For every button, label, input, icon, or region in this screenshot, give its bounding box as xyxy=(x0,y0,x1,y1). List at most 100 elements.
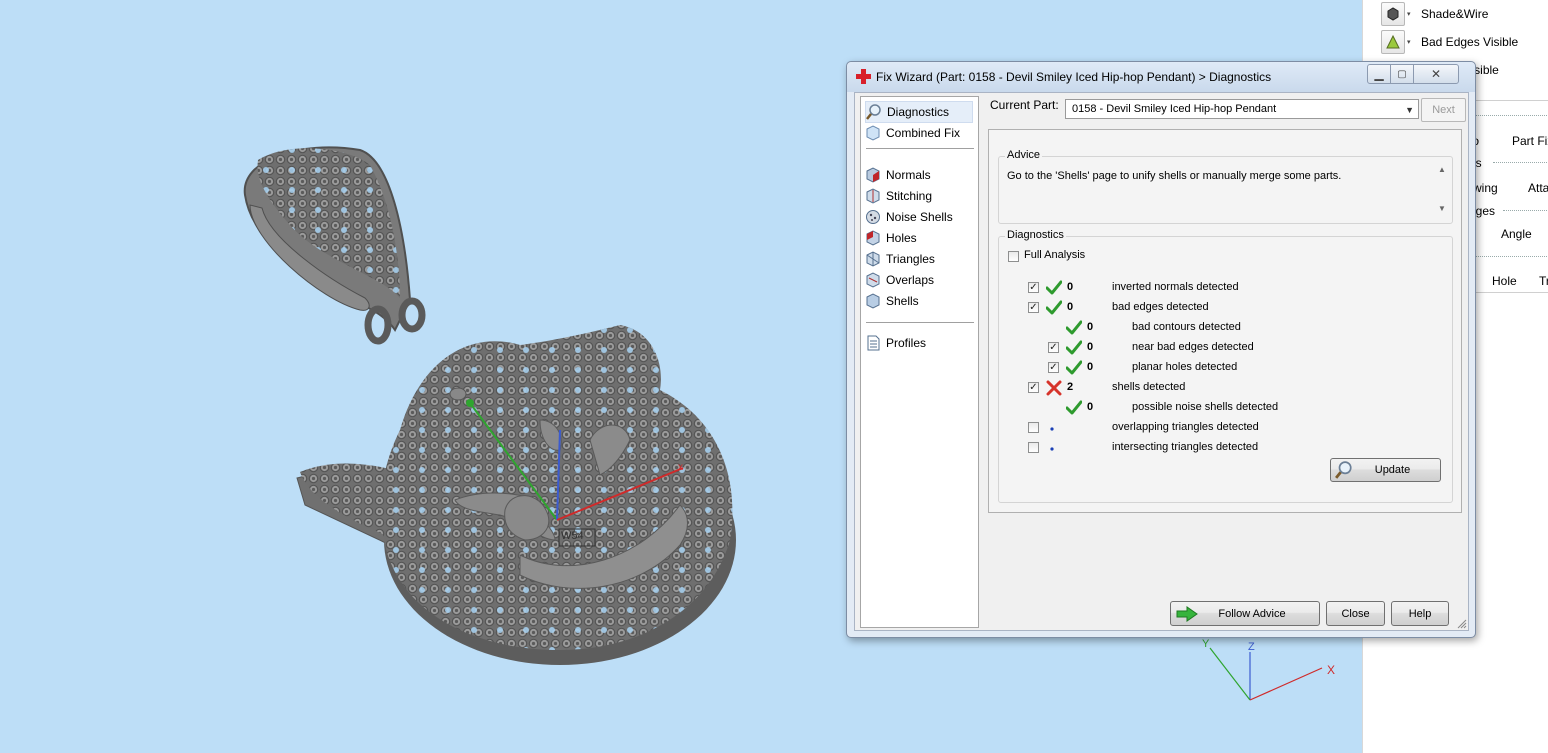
nav-item-combined-fix[interactable]: Combined Fix xyxy=(865,123,960,143)
nav-item-overlaps[interactable]: Overlaps xyxy=(865,270,934,290)
part-fix-tab[interactable]: Part Fix xyxy=(1512,134,1548,148)
help-button[interactable]: Help xyxy=(1391,601,1449,626)
magnifier-icon xyxy=(1335,461,1352,479)
holes-icon xyxy=(866,230,880,246)
error-x-icon xyxy=(1046,380,1062,396)
green-arrow-icon xyxy=(1176,606,1198,622)
dialog-titlebar[interactable]: Fix Wizard (Part: 0158 - Devil Smiley Ic… xyxy=(847,62,1475,92)
diagnostic-label: intersecting triangles detected xyxy=(1112,441,1259,453)
bad-edges-label: Bad Edges Visible xyxy=(1421,35,1519,49)
next-button[interactable]: Next xyxy=(1421,98,1466,122)
checkmark-icon xyxy=(1066,400,1082,415)
advice-group: Advice Go to the 'Shells' page to unify … xyxy=(998,149,1453,224)
diagnostic-label: overlapping triangles detected xyxy=(1112,421,1259,433)
diagnostic-checkbox[interactable]: ✓ xyxy=(1048,362,1059,373)
diagnostic-label: possible noise shells detected xyxy=(1132,401,1279,413)
diagnostic-label: bad edges detected xyxy=(1112,301,1209,313)
diagnostic-label: planar holes detected xyxy=(1132,361,1238,373)
follow-advice-label: Follow Advice xyxy=(1218,607,1286,620)
chevron-down-icon: ▼ xyxy=(1405,105,1414,115)
checkmark-icon xyxy=(1066,320,1082,335)
diagnostic-checkbox[interactable]: ✓ xyxy=(1028,302,1039,313)
maximize-button[interactable]: ▢ xyxy=(1390,64,1414,84)
diagnostic-count: 0 xyxy=(1087,361,1094,373)
diagnostic-label: inverted normals detected xyxy=(1112,281,1239,293)
diagnostic-checkbox[interactable] xyxy=(1028,442,1039,453)
diagnostic-label: bad contours detected xyxy=(1132,321,1241,333)
nav-label: Holes xyxy=(886,231,917,245)
attach-tab-fragment[interactable]: Atta xyxy=(1528,181,1548,195)
diagnostic-count: 0 xyxy=(1087,321,1094,333)
close-icon: ✕ xyxy=(1430,67,1442,81)
diagnostic-checkbox[interactable]: ✓ xyxy=(1028,382,1039,393)
nav-item-diagnostics[interactable]: Diagnostics xyxy=(865,101,973,123)
nav-item-shells[interactable]: Shells xyxy=(865,291,919,311)
chevron-down-icon[interactable]: ▾ xyxy=(1407,10,1415,18)
diagnostic-checkbox[interactable]: ✓ xyxy=(1028,282,1039,293)
diagnostic-label: near bad edges detected xyxy=(1132,341,1254,353)
axis-value-label: W54 xyxy=(561,530,584,542)
dialog-body: Diagnostics Combined Fix Normals Stitchi… xyxy=(854,92,1469,631)
mini-axis-y-label: Y xyxy=(1202,638,1210,650)
follow-advice-button[interactable]: Follow Advice xyxy=(1170,601,1320,626)
hole-tab[interactable]: Hole xyxy=(1492,274,1517,288)
resize-grip-icon[interactable] xyxy=(1457,619,1467,629)
advice-scrollbar[interactable]: ▲ ▼ xyxy=(1435,165,1449,213)
shade-wire-icon xyxy=(1381,2,1405,26)
advice-text: Go to the 'Shells' page to unify shells … xyxy=(1007,170,1342,182)
minimize-button[interactable]: ▁ xyxy=(1367,64,1391,84)
nav-label: Shells xyxy=(886,294,919,308)
noise-shells-icon xyxy=(866,210,880,224)
nav-item-normals[interactable]: Normals xyxy=(865,165,931,185)
dialog-title: Fix Wizard (Part: 0158 - Devil Smiley Ic… xyxy=(876,70,1272,84)
bad-edges-toggle[interactable]: ▾ Bad Edges Visible xyxy=(1381,30,1518,54)
full-analysis-checkbox[interactable] xyxy=(1008,251,1019,262)
triangles-icon xyxy=(866,251,880,267)
nav-label: Diagnostics xyxy=(887,105,950,119)
fix-wizard-dialog: Fix Wizard (Part: 0158 - Devil Smiley Ic… xyxy=(846,61,1476,638)
scroll-up-icon[interactable]: ▲ xyxy=(1438,165,1446,174)
red-cross-icon xyxy=(856,69,871,84)
nav-item-profiles[interactable]: Profiles xyxy=(865,333,926,353)
not-run-dot-icon xyxy=(1050,447,1054,451)
angle-tab[interactable]: Angle xyxy=(1501,227,1532,241)
update-label: Update xyxy=(1374,464,1411,476)
dotted-divider xyxy=(1473,256,1548,258)
overlaps-icon xyxy=(866,272,880,288)
drawing-tab-fragment[interactable]: wing xyxy=(1473,181,1498,195)
diagnostics-title: Diagnostics xyxy=(1005,229,1066,241)
nav-divider xyxy=(866,322,974,323)
chevron-down-icon[interactable]: ▾ xyxy=(1407,38,1415,46)
current-part-label: Current Part: xyxy=(990,98,1059,112)
triangle-tab-fragment[interactable]: Tr xyxy=(1539,274,1548,288)
diagnostic-checkbox[interactable] xyxy=(1028,422,1039,433)
nav-item-stitching[interactable]: Stitching xyxy=(865,186,932,206)
diagnostic-checkbox[interactable]: ✓ xyxy=(1048,342,1059,353)
close-window-button[interactable]: ✕ xyxy=(1413,64,1459,84)
close-button[interactable]: Close xyxy=(1326,601,1385,626)
shells-icon xyxy=(866,293,880,309)
diagnostics-page: Advice Go to the 'Shells' page to unify … xyxy=(988,129,1462,513)
mini-axis-z-label: Z xyxy=(1248,641,1255,653)
profiles-icon xyxy=(867,335,880,351)
nav-label: Overlaps xyxy=(886,273,935,287)
view-orientation-axes xyxy=(1209,647,1323,701)
dotted-divider xyxy=(1493,162,1548,164)
nav-label: Combined Fix xyxy=(886,126,961,140)
nav-label: Triangles xyxy=(886,252,935,266)
checkmark-icon xyxy=(1046,300,1062,315)
diagnostic-label: shells detected xyxy=(1112,381,1186,393)
scroll-down-icon[interactable]: ▼ xyxy=(1438,204,1446,213)
shade-wire-label: Shade&Wire xyxy=(1421,7,1489,21)
full-analysis-label: Full Analysis xyxy=(1024,249,1086,261)
smiley-pendant-part xyxy=(296,325,736,665)
nav-item-noise-shells[interactable]: Noise Shells xyxy=(865,207,953,227)
current-part-select[interactable]: 0158 - Devil Smiley Iced Hip-hop Pendant… xyxy=(1065,99,1419,119)
diagnostic-count: 0 xyxy=(1067,301,1074,313)
nav-item-holes[interactable]: Holes xyxy=(865,228,917,248)
nav-item-triangles[interactable]: Triangles xyxy=(865,249,935,269)
nav-label: Stitching xyxy=(886,189,933,203)
update-button[interactable]: Update xyxy=(1330,458,1441,482)
mini-axis-x-label: X xyxy=(1327,663,1336,677)
shade-wire-toggle[interactable]: ▾ Shade&Wire xyxy=(1381,2,1488,26)
